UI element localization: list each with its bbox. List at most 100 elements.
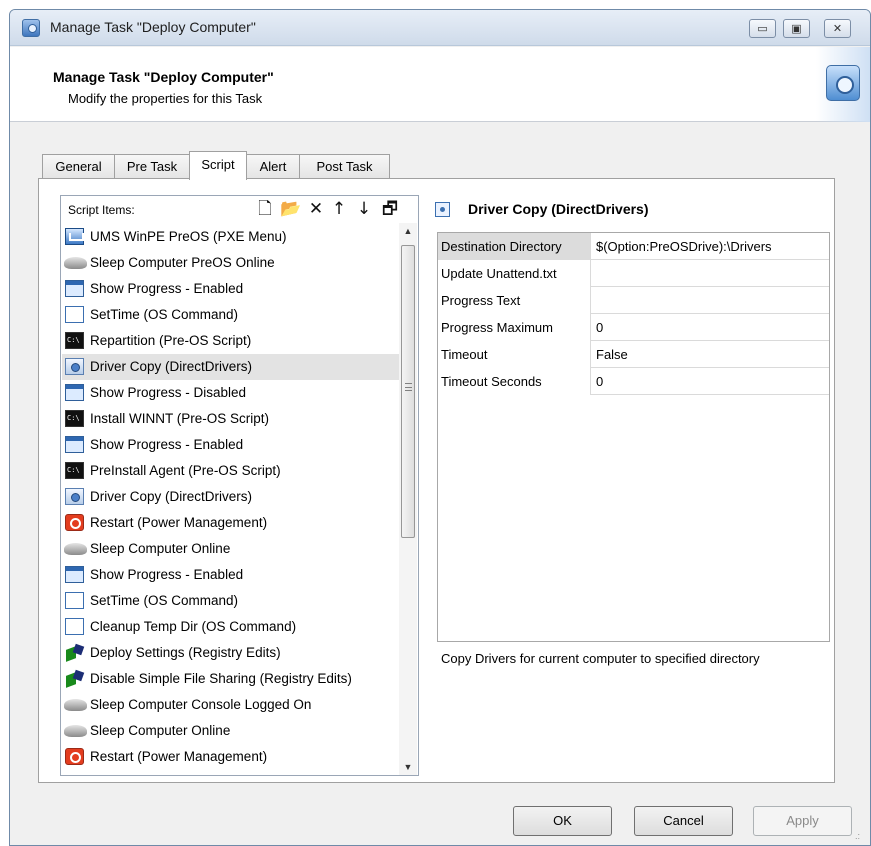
property-value[interactable]: $(Option:PreOSDrive):\Drivers xyxy=(596,233,829,260)
maximize-button[interactable]: ▣ xyxy=(783,19,810,38)
close-button[interactable]: ✕ xyxy=(824,19,851,38)
script-item-label: Show Progress - Enabled xyxy=(90,281,244,296)
minimize-button[interactable]: ▭ xyxy=(749,19,776,38)
script-item[interactable]: Restart (Power Management) xyxy=(62,744,399,770)
property-name: Destination Directory xyxy=(438,233,591,260)
open-folder-icon[interactable]: 📂 xyxy=(280,199,302,219)
property-value[interactable]: False xyxy=(596,341,829,368)
script-item[interactable]: Cleanup Temp Dir (OS Command) xyxy=(62,614,399,640)
apply-button[interactable]: Apply xyxy=(753,806,852,836)
property-row[interactable]: Progress Text xyxy=(438,287,829,314)
driver-icon xyxy=(65,488,84,505)
script-item[interactable]: SetTime (OS Command) xyxy=(62,302,399,328)
time-icon xyxy=(65,306,84,323)
script-item[interactable]: Driver Copy (DirectDrivers) xyxy=(62,354,399,380)
script-item[interactable]: Install WINNT (Pre-OS Script) xyxy=(62,406,399,432)
property-row[interactable]: Timeout False xyxy=(438,341,829,368)
property-value[interactable] xyxy=(596,260,829,287)
tab-script[interactable]: Script xyxy=(189,151,247,180)
time-icon xyxy=(65,618,84,635)
property-name: Update Unattend.txt xyxy=(438,260,591,287)
script-item-label: UMS WinPE PreOS (PXE Menu) xyxy=(90,229,287,244)
script-item[interactable]: Sleep Computer PreOS Online xyxy=(62,250,399,276)
cmd-icon xyxy=(65,410,84,427)
property-name: Timeout xyxy=(438,341,591,368)
dialog-header: Manage Task "Deploy Computer" Modify the… xyxy=(10,47,870,122)
script-tab-panel: Script Items: 🗋 📂 ✕ ↑ ↓ 🗗 UMS WinPE PreO… xyxy=(38,178,835,783)
script-item[interactable]: UMS WinPE PreOS (PXE Menu) xyxy=(62,224,399,250)
script-item[interactable]: Sleep Computer Console Logged On xyxy=(62,692,399,718)
scroll-down-icon[interactable]: ▼ xyxy=(402,761,414,773)
script-item[interactable]: Show Progress - Enabled xyxy=(62,562,399,588)
script-item[interactable]: Show Progress - Disabled xyxy=(62,380,399,406)
script-item-label: Install WINNT (Pre-OS Script) xyxy=(90,411,270,426)
script-item-label: Cleanup Temp Dir (OS Command) xyxy=(90,619,297,634)
power-icon xyxy=(65,748,84,765)
script-items-list[interactable]: UMS WinPE PreOS (PXE Menu) Sleep Computer… xyxy=(62,224,399,775)
move-down-icon[interactable]: ↓ xyxy=(353,199,375,219)
script-items-panel: Script Items: 🗋 📂 ✕ ↑ ↓ 🗗 UMS WinPE PreO… xyxy=(60,195,419,776)
script-items-label: Script Items: xyxy=(68,203,135,217)
property-value[interactable]: 0 xyxy=(596,368,829,395)
script-item-label: Show Progress - Disabled xyxy=(90,385,247,400)
script-item-label: Repartition (Pre-OS Script) xyxy=(90,333,252,348)
cmd-icon xyxy=(65,462,84,479)
script-items-header: Script Items: 🗋 📂 ✕ ↑ ↓ 🗗 xyxy=(61,196,418,222)
script-item-label: Deploy Settings (Registry Edits) xyxy=(90,645,281,660)
script-item[interactable]: Show Progress - Enabled xyxy=(62,276,399,302)
power-icon xyxy=(65,514,84,531)
resize-grip-icon[interactable]: .: xyxy=(855,831,865,841)
progress-icon xyxy=(65,280,84,297)
selected-item-header: Driver Copy (DirectDrivers) xyxy=(434,197,829,225)
property-row[interactable]: Progress Maximum 0 xyxy=(438,314,829,341)
script-item-label: Driver Copy (DirectDrivers) xyxy=(90,359,253,374)
sleep-icon xyxy=(64,725,87,737)
script-item[interactable]: Restart (Power Management) xyxy=(62,510,399,536)
script-item[interactable]: SetTime (OS Command) xyxy=(62,588,399,614)
tab-general[interactable]: General xyxy=(42,154,115,179)
delete-icon[interactable]: ✕ xyxy=(305,199,327,219)
manage-task-window: Manage Task "Deploy Computer" ▭ ▣ ✕ Mana… xyxy=(9,9,871,846)
property-value[interactable]: 0 xyxy=(596,314,829,341)
script-item[interactable]: Sleep Computer Online xyxy=(62,536,399,562)
script-item-label: Sleep Computer Online xyxy=(90,541,231,556)
script-item-label: Disable Simple File Sharing (Registry Ed… xyxy=(90,671,352,686)
property-row[interactable]: Timeout Seconds 0 xyxy=(438,368,829,395)
script-item-label: SetTime (OS Command) xyxy=(90,307,239,322)
vertical-scrollbar[interactable]: ▲ ▼ xyxy=(399,223,417,775)
script-item-label: Sleep Computer PreOS Online xyxy=(90,255,275,270)
script-item[interactable]: Repartition (Pre-OS Script) xyxy=(62,328,399,354)
property-row[interactable]: Update Unattend.txt xyxy=(438,260,829,287)
script-item[interactable]: Sleep Computer Online xyxy=(62,718,399,744)
tab-alert[interactable]: Alert xyxy=(246,154,300,179)
move-up-icon[interactable]: ↑ xyxy=(328,199,350,219)
ok-button[interactable]: OK xyxy=(513,806,612,836)
script-item[interactable]: PreInstall Agent (Pre-OS Script) xyxy=(62,458,399,484)
tab-post-task[interactable]: Post Task xyxy=(299,154,390,179)
property-name: Progress Text xyxy=(438,287,591,314)
tab-pre-task[interactable]: Pre Task xyxy=(114,154,190,179)
script-item-label: Restart (Power Management) xyxy=(90,749,268,764)
property-description: Copy Drivers for current computer to spe… xyxy=(441,651,760,666)
script-item-label: Show Progress - Enabled xyxy=(90,437,244,452)
property-row[interactable]: Destination Directory $(Option:PreOSDrive… xyxy=(438,233,829,260)
sleep-icon xyxy=(64,257,87,269)
task-clock-icon xyxy=(22,19,40,37)
property-name: Progress Maximum xyxy=(438,314,591,341)
script-item[interactable]: Driver Copy (DirectDrivers) xyxy=(62,484,399,510)
scroll-up-icon[interactable]: ▲ xyxy=(402,225,414,237)
script-item[interactable]: Show Progress - Enabled xyxy=(62,432,399,458)
cancel-button[interactable]: Cancel xyxy=(634,806,733,836)
property-value[interactable] xyxy=(596,287,829,314)
new-icon[interactable]: 🗋 xyxy=(254,199,276,219)
script-item-label: Driver Copy (DirectDrivers) xyxy=(90,489,253,504)
registry-icon xyxy=(65,669,85,688)
header-title: Manage Task "Deploy Computer" xyxy=(53,69,274,85)
driver-icon xyxy=(65,358,84,375)
script-item-label: Show Progress - Enabled xyxy=(90,567,244,582)
properties-icon[interactable]: 🗗 xyxy=(379,199,401,219)
scrollbar-thumb[interactable] xyxy=(401,245,415,538)
script-item[interactable]: Disable Simple File Sharing (Registry Ed… xyxy=(62,666,399,692)
script-item-label: Sleep Computer Console Logged On xyxy=(90,697,312,712)
script-item[interactable]: Deploy Settings (Registry Edits) xyxy=(62,640,399,666)
